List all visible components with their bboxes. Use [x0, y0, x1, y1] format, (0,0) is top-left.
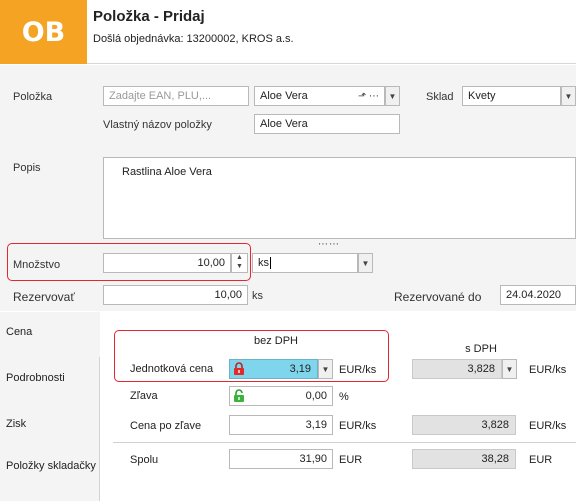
- text-cursor: [270, 257, 271, 269]
- mnozstvo-value: 10,00: [197, 257, 225, 269]
- item-select[interactable]: Aloe Vera ⬏ ⋯: [254, 86, 385, 106]
- rezervovane-do-input[interactable]: 24.04.2020: [500, 285, 576, 305]
- divider: [113, 442, 576, 443]
- jednotkova-cena-label: Jednotková cena: [130, 363, 214, 375]
- item-actions-icon[interactable]: ⬏ ⋯: [358, 91, 379, 102]
- cena-po-zlave-s-dph-unit: EUR/ks: [529, 420, 567, 432]
- tab-zisk[interactable]: Zisk: [0, 418, 100, 430]
- tab-podrobnosti[interactable]: Podrobnosti: [0, 372, 100, 384]
- jednotkova-cena-value: 3,19: [289, 363, 311, 375]
- jednotkova-cena-unit: EUR/ks: [339, 364, 377, 376]
- tab-polozky-skladacky[interactable]: Položky skladačky: [0, 460, 100, 472]
- mnozstvo-label: Množstvo: [13, 259, 61, 271]
- cena-po-zlave-unit: EUR/ks: [339, 420, 377, 432]
- app-logo: OB: [0, 0, 87, 64]
- popis-label: Popis: [13, 162, 41, 174]
- tab-sidebar: Cena Podrobnosti Zisk Položky skladačky: [0, 312, 100, 501]
- stepper-down-icon[interactable]: ▼: [232, 263, 247, 272]
- cena-po-zlave-s-dph-value: 3,828: [481, 419, 509, 431]
- header: OB Položka - Pridaj Došlá objednávka: 13…: [0, 0, 576, 64]
- sklad-value: Kvety: [468, 90, 496, 102]
- unit-select[interactable]: ks: [252, 253, 358, 273]
- dialog-subtitle: Došlá objednávka: 13200002, KROS a.s.: [93, 33, 294, 45]
- unit-dropdown-button[interactable]: ▼: [358, 253, 373, 273]
- vlastny-nazov-value: Aloe Vera: [260, 118, 308, 130]
- popis-value: Rastlina Aloe Vera: [122, 166, 212, 178]
- vlastny-nazov-input[interactable]: Aloe Vera: [254, 114, 400, 134]
- jednotkova-cena-s-dph-unit: EUR/ks: [529, 364, 567, 376]
- jednotkova-cena-input[interactable]: 3,19: [229, 359, 318, 379]
- zlava-label: Zľava: [130, 390, 158, 402]
- cena-po-zlave-input[interactable]: 3,19: [229, 415, 333, 435]
- vlastny-nazov-label: Vlastný názov položky: [103, 119, 212, 131]
- dialog-title: Položka - Pridaj: [93, 8, 205, 25]
- jednotkova-cena-s-dph-value: 3,828: [467, 363, 495, 375]
- rezervovat-value: 10,00: [214, 289, 242, 301]
- sklad-label: Sklad: [426, 91, 454, 103]
- ean-placeholder: Zadajte EAN, PLU,...: [109, 90, 212, 102]
- rezervovat-unit: ks: [252, 290, 263, 302]
- sklad-select[interactable]: Kvety: [462, 86, 561, 106]
- zlava-unit: %: [339, 391, 349, 403]
- spolu-label: Spolu: [130, 454, 159, 466]
- cena-po-zlave-s-dph: 3,828: [412, 415, 516, 435]
- resize-handle-icon[interactable]: ⋯⋯: [318, 239, 340, 250]
- rezervovat-label: Rezervovať: [13, 290, 75, 304]
- popis-textarea[interactable]: Rastlina Aloe Vera: [103, 157, 576, 239]
- lock-open-icon[interactable]: [232, 389, 246, 403]
- rezervovat-input[interactable]: 10,00: [103, 285, 248, 305]
- ean-input[interactable]: Zadajte EAN, PLU,...: [103, 86, 249, 106]
- s-dph-header: s DPH: [465, 343, 497, 355]
- cena-po-zlave-label: Cena po zľave: [130, 420, 202, 432]
- cena-po-zlave-value: 3,19: [305, 419, 327, 431]
- tab-cena[interactable]: Cena: [0, 312, 100, 357]
- jednotkova-cena-dropdown[interactable]: ▼: [318, 359, 333, 379]
- jednotkova-cena-s-dph-dropdown[interactable]: ▼: [502, 359, 517, 379]
- rezervovane-do-label: Rezervované do: [394, 290, 482, 304]
- spolu-unit: EUR: [339, 454, 363, 466]
- polozka-label: Položka: [13, 91, 53, 103]
- sklad-dropdown-button[interactable]: ▼: [561, 86, 576, 106]
- item-value: Aloe Vera: [260, 90, 308, 102]
- spolu-s-dph-value: 38,28: [481, 453, 509, 465]
- unit-value: ks: [258, 257, 269, 269]
- item-dropdown-button[interactable]: ▼: [385, 86, 400, 106]
- mnozstvo-stepper[interactable]: ▲ ▼: [231, 253, 248, 273]
- jednotkova-cena-s-dph: 3,828: [412, 359, 502, 379]
- spolu-s-dph: 38,28: [412, 449, 516, 469]
- rezervovane-do-value: 24.04.2020: [506, 289, 562, 301]
- spolu-value: 31,90: [299, 453, 327, 465]
- zlava-input[interactable]: 0,00: [229, 386, 333, 406]
- stepper-up-icon[interactable]: ▲: [232, 254, 247, 263]
- spolu-input[interactable]: 31,90: [229, 449, 333, 469]
- lock-closed-icon[interactable]: [232, 362, 246, 376]
- zlava-value: 0,00: [305, 390, 327, 402]
- spolu-s-dph-unit: EUR: [529, 454, 553, 466]
- mnozstvo-input[interactable]: 10,00: [103, 253, 231, 273]
